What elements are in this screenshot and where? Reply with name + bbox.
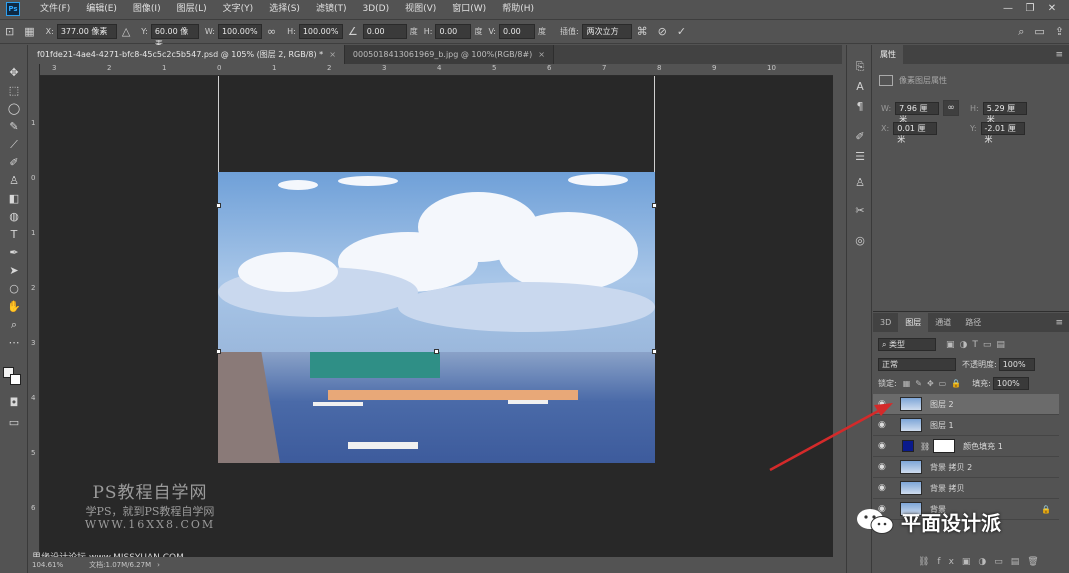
annotation-arrow xyxy=(769,403,893,472)
arrow-line xyxy=(769,407,883,472)
wechat-icon xyxy=(857,509,894,534)
brand-watermark: 平面设计派 xyxy=(855,506,1001,536)
arrow-head xyxy=(874,403,893,416)
brand-text: 平面设计派 xyxy=(901,510,1001,535)
